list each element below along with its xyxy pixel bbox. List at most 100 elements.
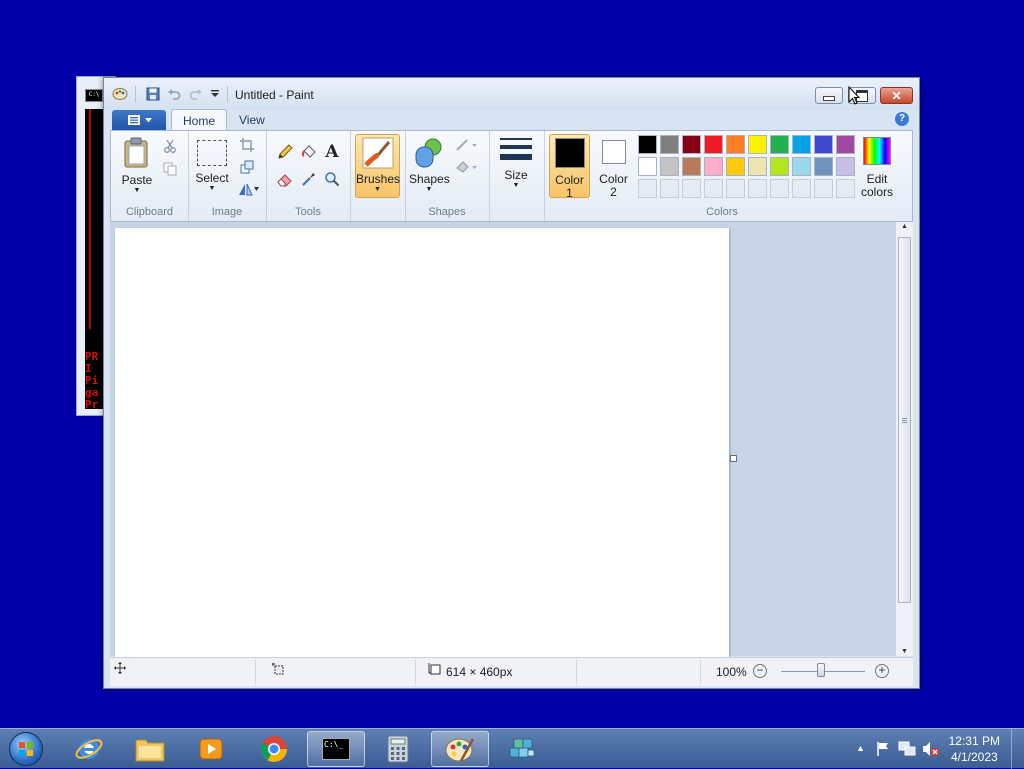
palette-custom-slot[interactable] — [836, 179, 855, 198]
zoom-out-button[interactable]: − — [753, 664, 767, 678]
palette-custom-slot[interactable] — [748, 179, 767, 198]
network-icon[interactable] — [898, 741, 916, 757]
pencil-icon[interactable] — [274, 142, 296, 162]
zoom-level: 100% — [716, 665, 747, 679]
crop-icon[interactable] — [236, 135, 258, 155]
vertical-scrollbar[interactable]: ▲ ▼ — [896, 222, 913, 656]
select-button[interactable]: Select ▼ — [192, 135, 232, 199]
copy-icon[interactable] — [159, 159, 181, 179]
taskbar-paint[interactable] — [431, 731, 489, 767]
palette-swatch[interactable] — [682, 157, 701, 176]
rotate-icon[interactable] — [236, 179, 262, 199]
scroll-thumb[interactable] — [898, 237, 911, 603]
outline-icon[interactable] — [453, 135, 481, 155]
palette-custom-slot[interactable] — [792, 179, 811, 198]
taskbar-calculator[interactable] — [369, 731, 427, 767]
start-button[interactable] — [6, 730, 46, 768]
zoom-slider-thumb[interactable] — [817, 663, 825, 677]
show-hidden-icons-icon[interactable]: ▲ — [856, 743, 865, 753]
customize-toolbar-icon[interactable] — [207, 86, 223, 102]
clipboard-icon — [124, 137, 148, 168]
palette-custom-slot[interactable] — [704, 179, 723, 198]
rainbow-icon — [863, 137, 891, 165]
canvas-resize-handle[interactable] — [730, 455, 737, 462]
palette-swatch[interactable] — [836, 157, 855, 176]
palette-swatch[interactable] — [704, 157, 723, 176]
minimize-button[interactable] — [815, 87, 843, 104]
taskbar-file-explorer[interactable] — [121, 731, 179, 767]
close-button[interactable]: ✕ — [880, 87, 913, 104]
palette-swatch[interactable] — [660, 157, 679, 176]
title-bar[interactable]: Untitled - Paint ✕ — [104, 78, 919, 110]
color1-button[interactable]: Color 1 — [549, 134, 590, 200]
canvas-area[interactable]: ▲ ▼ — [110, 222, 913, 658]
tab-home[interactable]: Home — [171, 109, 228, 131]
palette-custom-slot[interactable] — [682, 179, 701, 198]
redo-icon[interactable] — [188, 86, 204, 102]
palette-custom-slot[interactable] — [770, 179, 789, 198]
palette-swatch[interactable] — [660, 135, 679, 154]
text-tool-icon[interactable]: A — [321, 142, 343, 162]
brushes-label: Brushes — [356, 172, 401, 186]
action-center-flag-icon[interactable] — [875, 741, 891, 757]
color2-button[interactable]: Color 2 — [593, 134, 634, 199]
group-clipboard: Paste ▼ Clipboard — [111, 131, 189, 221]
zoom-in-button[interactable]: + — [875, 664, 889, 678]
save-icon[interactable] — [145, 86, 161, 102]
palette-swatch[interactable] — [748, 157, 767, 176]
palette-swatch[interactable] — [704, 135, 723, 154]
resize-icon[interactable] — [236, 157, 258, 177]
palette-swatch[interactable] — [682, 135, 701, 154]
shapes-button[interactable]: Shapes ▼ — [409, 135, 450, 199]
palette-swatch[interactable] — [814, 157, 833, 176]
magnifier-icon[interactable] — [321, 169, 343, 189]
palette-custom-slot[interactable] — [814, 179, 833, 198]
palette-swatch[interactable] — [814, 135, 833, 154]
cut-icon[interactable] — [159, 136, 181, 156]
edit-colors-button[interactable]: Edit colors — [856, 135, 898, 199]
undo-icon[interactable] — [166, 86, 182, 102]
palette-swatch[interactable] — [638, 135, 657, 154]
fill-bucket-icon[interactable] — [298, 142, 320, 162]
palette-swatch[interactable] — [836, 135, 855, 154]
palette-custom-slot[interactable] — [726, 179, 745, 198]
paste-button[interactable]: Paste ▼ — [117, 135, 157, 199]
color-picker-icon[interactable] — [298, 169, 320, 189]
paint-app-icon[interactable] — [112, 86, 128, 102]
shapes-icon — [415, 138, 442, 168]
folder-icon — [135, 739, 165, 762]
palette-custom-slot[interactable] — [660, 179, 679, 198]
volume-muted-icon[interactable] — [922, 741, 940, 757]
tab-view[interactable]: View — [228, 109, 276, 131]
paint-icon — [445, 738, 475, 762]
palette-swatch[interactable] — [638, 157, 657, 176]
brushes-button[interactable]: Brushes ▼ — [355, 134, 400, 198]
fill-icon[interactable] — [453, 157, 481, 177]
taskbar-command-prompt[interactable]: C:\_ — [307, 731, 365, 767]
palette-swatch[interactable] — [770, 135, 789, 154]
help-icon[interactable]: ? — [895, 112, 909, 126]
palette-swatch[interactable] — [726, 157, 745, 176]
show-desktop-button[interactable] — [1011, 729, 1024, 769]
clock[interactable]: 12:31 PM 4/1/2023 — [949, 733, 1000, 765]
palette-swatch[interactable] — [770, 157, 789, 176]
palette-swatch[interactable] — [748, 135, 767, 154]
edit-colors-label2: colors — [860, 185, 893, 199]
palette-swatch[interactable] — [792, 135, 811, 154]
mouse-cursor — [848, 86, 860, 105]
taskbar-internet-explorer[interactable] — [60, 731, 118, 767]
palette-custom-slot[interactable] — [638, 179, 657, 198]
drawing-canvas[interactable] — [115, 228, 729, 658]
taskbar-chrome[interactable] — [245, 731, 303, 767]
taskbar-app-cubes[interactable] — [493, 731, 551, 767]
palette-swatch[interactable] — [792, 157, 811, 176]
palette-swatch[interactable] — [726, 135, 745, 154]
colors-group-label: Colors — [706, 206, 738, 218]
paint-window: Untitled - Paint ✕ Home View ? Paste ▼ C… — [103, 77, 920, 689]
paint-menu-button[interactable] — [112, 110, 166, 130]
scroll-down-arrow[interactable]: ▼ — [896, 648, 913, 655]
taskbar-media-player[interactable] — [182, 731, 240, 767]
scroll-up-arrow[interactable]: ▲ — [896, 223, 913, 230]
size-button[interactable]: Size ▼ — [494, 135, 538, 199]
eraser-icon[interactable] — [274, 169, 296, 189]
